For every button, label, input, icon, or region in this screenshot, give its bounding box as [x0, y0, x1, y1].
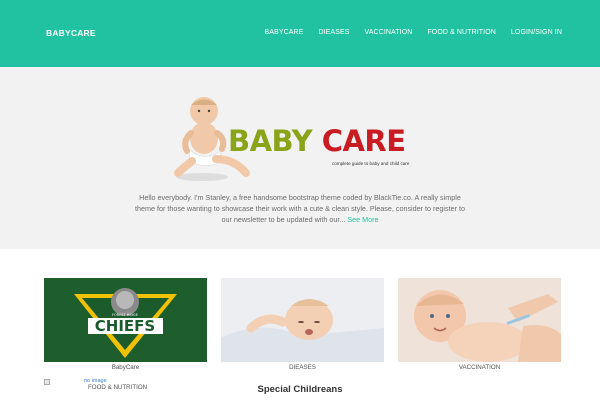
intro-paragraph: Hello everybody. I'm Stanley, a free han… — [130, 192, 470, 225]
babycare-logo: BABY CARE — [228, 127, 406, 156]
logo-tagline: complete guide to baby and child care — [332, 161, 410, 166]
logo-word-baby: BABY — [228, 124, 313, 158]
hero-section: BABY CARE complete guide to baby and chi… — [0, 67, 600, 249]
card-caption: DIEASES — [289, 364, 316, 371]
section-title: Special Childreans — [257, 384, 343, 395]
nav-item-babycare[interactable]: BABYCARE — [265, 29, 304, 36]
nav-item-vaccination[interactable]: VACCINATION — [365, 29, 413, 36]
nav-item-login[interactable]: LOGIN/SIGN IN — [511, 29, 562, 36]
logo-word-care: CARE — [321, 124, 406, 158]
card-caption: VACCINATION — [458, 364, 501, 371]
card-dieases[interactable]: DIEASES — [221, 278, 384, 371]
forest-ridge-text: FOREST RIDGE — [112, 313, 138, 317]
sick-baby-image[interactable] — [221, 278, 384, 362]
crying-baby-photo — [221, 278, 384, 362]
nav-menu: BABYCARE DIEASES VACCINATION FOOD & NUTR… — [265, 29, 562, 36]
nav-item-dieases[interactable]: DIEASES — [318, 29, 349, 36]
chiefs-logo-image[interactable]: CHIEFS FOREST RIDGE — [44, 278, 207, 362]
nav-item-food-nutrition[interactable]: FOOD & NUTRITION — [427, 29, 496, 36]
card-vaccination[interactable]: VACCINATION — [398, 278, 561, 371]
chiefs-emblem: CHIEFS FOREST RIDGE — [74, 288, 177, 358]
baby-injection-photo — [398, 278, 561, 362]
card-babycare[interactable]: CHIEFS FOREST RIDGE BabyCare — [44, 278, 207, 371]
chiefs-text: CHIEFS — [95, 317, 155, 335]
intro-text: Hello everybody. I'm Stanley, a free han… — [135, 193, 465, 224]
top-navbar: BABYCARE BABYCARE DIEASES VACCINATION FO… — [0, 0, 600, 67]
see-more-link[interactable]: See More — [347, 215, 378, 224]
vaccination-image[interactable] — [398, 278, 561, 362]
brand-link[interactable]: BABYCARE — [46, 28, 96, 38]
card-caption: BabyCare — [111, 364, 140, 371]
